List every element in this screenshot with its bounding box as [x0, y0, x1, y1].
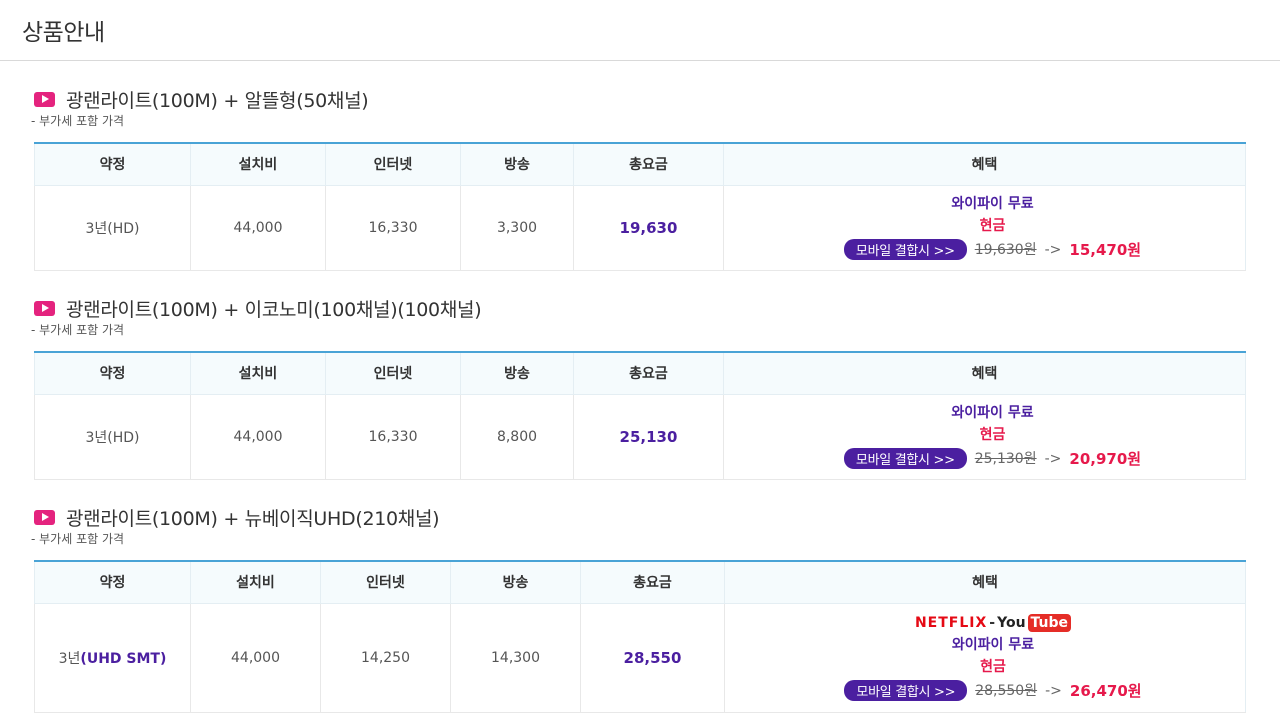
new-price: 20,970원: [1069, 449, 1142, 468]
youtube-logo-tube: Tube: [1027, 614, 1072, 632]
contract-years: 3년: [85, 220, 108, 237]
cell-total: 19,630: [573, 185, 724, 271]
benefit-wifi: 와이파이 무료: [951, 405, 1034, 421]
vat-note: - 부가세 포함 가격: [31, 323, 125, 337]
col-header-internet: 인터넷: [325, 352, 461, 395]
benefit-block: NETFLIX - You Tube 와이파이 무료 현금 모바일 결합시 >>…: [725, 614, 1245, 701]
page-title: 상품안내: [22, 20, 105, 46]
price-table: 약정 설치비 인터넷 방송 총요금 혜택 3년(HD) 44,000 16,33…: [34, 142, 1246, 271]
cell-tv: 14,300: [450, 603, 581, 713]
old-price: 25,130원: [974, 450, 1037, 467]
table-row: 3년(HD) 44,000 16,330 8,800 25,130 와이파이 무…: [34, 394, 1246, 480]
cell-internet: 16,330: [325, 185, 461, 271]
new-price: 15,470원: [1069, 240, 1142, 259]
arrow: ->: [1044, 241, 1062, 258]
col-header-total: 총요금: [580, 561, 725, 604]
cell-internet: 14,250: [320, 603, 451, 713]
cell-install: 44,000: [190, 185, 326, 271]
col-header-install: 설치비: [190, 143, 326, 186]
benefit-cash: 현금: [979, 427, 1006, 443]
col-header-tv: 방송: [460, 143, 574, 186]
price-table: 약정 설치비 인터넷 방송 총요금 혜택 3년(UHD SMT) 44,000 …: [34, 560, 1246, 713]
cell-benefit: 와이파이 무료 현금 모바일 결합시 >> 19,630원 -> 15,470원: [723, 185, 1246, 271]
col-header-benefit: 혜택: [724, 561, 1246, 604]
product-card: 광랜라이트(100M) + 뉴베이직UHD(210채널) - 부가세 포함 가격…: [31, 504, 1246, 713]
table-header-row: 약정 설치비 인터넷 방송 총요금 혜택: [34, 561, 1246, 604]
col-header-contract: 약정: [34, 352, 191, 395]
page-header: 상품안내: [0, 0, 1280, 61]
col-header-tv: 방송: [460, 352, 574, 395]
product-title: 광랜라이트(100M) + 이코노미(100채널)(100채널): [66, 298, 482, 321]
col-header-install: 설치비: [190, 352, 326, 395]
old-price: 19,630원: [974, 241, 1037, 258]
vat-note: - 부가세 포함 가격: [31, 532, 125, 546]
product-list: 광랜라이트(100M) + 알뜰형(50채널) - 부가세 포함 가격 약정 설…: [31, 86, 1246, 713]
col-header-install: 설치비: [190, 561, 321, 604]
cell-install: 44,000: [190, 603, 321, 713]
netflix-youtube-logo: NETFLIX - You Tube: [914, 614, 1072, 632]
benefit-block: 와이파이 무료 현금 모바일 결합시 >> 25,130원 -> 20,970원: [724, 404, 1245, 469]
new-price: 26,470원: [1069, 681, 1142, 700]
mobile-bundle-button[interactable]: 모바일 결합시 >>: [843, 239, 967, 260]
cell-benefit: 와이파이 무료 현금 모바일 결합시 >> 25,130원 -> 20,970원: [723, 394, 1246, 480]
mobile-bundle-row: 모바일 결합시 >> 28,550원 -> 26,470원: [844, 680, 1142, 701]
cell-contract: 3년(UHD SMT): [34, 603, 191, 713]
product-title: 광랜라이트(100M) + 알뜰형(50채널): [66, 89, 369, 112]
table-header-row: 약정 설치비 인터넷 방송 총요금 혜택: [34, 143, 1246, 186]
play-icon: [34, 300, 55, 316]
old-price: 28,550원: [975, 682, 1038, 699]
product-card: 광랜라이트(100M) + 이코노미(100채널)(100채널) - 부가세 포…: [31, 295, 1246, 504]
col-header-internet: 인터넷: [325, 143, 461, 186]
product-title-row: 광랜라이트(100M) + 알뜰형(50채널): [34, 86, 1246, 112]
cell-benefit: NETFLIX - You Tube 와이파이 무료 현금 모바일 결합시 >>…: [724, 603, 1246, 713]
arrow: ->: [1045, 682, 1062, 699]
youtube-logo-you: You: [997, 615, 1026, 631]
benefit-cash: 현금: [979, 218, 1006, 234]
cell-contract: 3년(HD): [34, 185, 191, 271]
play-icon: [34, 91, 55, 107]
col-header-benefit: 혜택: [723, 352, 1246, 395]
col-header-total: 총요금: [573, 143, 724, 186]
netflix-logo: NETFLIX: [914, 615, 988, 631]
mobile-bundle-row: 모바일 결합시 >> 25,130원 -> 20,970원: [843, 448, 1142, 469]
col-header-tv: 방송: [450, 561, 581, 604]
cell-total: 25,130: [573, 394, 724, 480]
cell-install: 44,000: [190, 394, 326, 480]
col-header-contract: 약정: [34, 561, 191, 604]
benefit-wifi: 와이파이 무료: [951, 196, 1034, 212]
benefit-cash: 현금: [980, 659, 1006, 675]
price-table: 약정 설치비 인터넷 방송 총요금 혜택 3년(HD) 44,000 16,33…: [34, 351, 1246, 480]
col-header-benefit: 혜택: [723, 143, 1246, 186]
table-row: 3년(HD) 44,000 16,330 3,300 19,630 와이파이 무…: [34, 185, 1246, 271]
cell-tv: 8,800: [460, 394, 574, 480]
contract-years: 3년: [85, 429, 108, 446]
mobile-bundle-button[interactable]: 모바일 결합시 >>: [844, 680, 968, 701]
benefit-wifi: 와이파이 무료: [951, 637, 1035, 653]
col-header-internet: 인터넷: [320, 561, 451, 604]
table-header-row: 약정 설치비 인터넷 방송 총요금 혜택: [34, 352, 1246, 395]
product-title-row: 광랜라이트(100M) + 이코노미(100채널)(100채널): [34, 295, 1246, 321]
contract-type: (UHD SMT): [80, 650, 167, 667]
contract-type: (HD): [107, 220, 140, 237]
benefit-block: 와이파이 무료 현금 모바일 결합시 >> 19,630원 -> 15,470원: [724, 195, 1245, 260]
product-title: 광랜라이트(100M) + 뉴베이직UHD(210채널): [66, 507, 440, 530]
cell-internet: 16,330: [325, 394, 461, 480]
cell-contract: 3년(HD): [34, 394, 191, 480]
logo-separator: -: [989, 615, 996, 631]
cell-tv: 3,300: [460, 185, 574, 271]
contract-type: (HD): [107, 429, 140, 446]
contract-years: 3년: [58, 650, 81, 667]
col-header-contract: 약정: [34, 143, 191, 186]
play-icon: [34, 509, 55, 525]
cell-total: 28,550: [580, 603, 725, 713]
product-card: 광랜라이트(100M) + 알뜰형(50채널) - 부가세 포함 가격 약정 설…: [31, 86, 1246, 295]
mobile-bundle-button[interactable]: 모바일 결합시 >>: [843, 448, 967, 469]
table-row: 3년(UHD SMT) 44,000 14,250 14,300 28,550 …: [34, 603, 1246, 713]
vat-note: - 부가세 포함 가격: [31, 114, 125, 128]
arrow: ->: [1044, 450, 1062, 467]
col-header-total: 총요금: [573, 352, 724, 395]
product-title-row: 광랜라이트(100M) + 뉴베이직UHD(210채널): [34, 504, 1246, 530]
mobile-bundle-row: 모바일 결합시 >> 19,630원 -> 15,470원: [843, 239, 1142, 260]
